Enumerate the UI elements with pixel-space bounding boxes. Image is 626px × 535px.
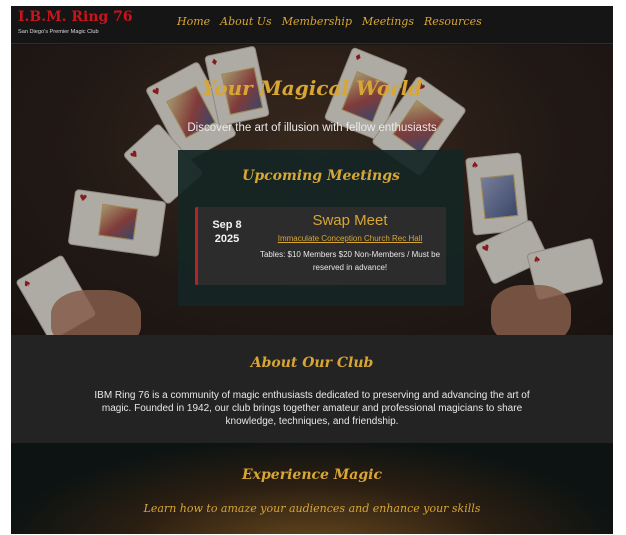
about-heading: About Our Club <box>250 355 374 371</box>
meeting-date-day: Sep 8 <box>212 219 242 231</box>
page-frame: I.B.M. Ring 76 San Diego's Premier Magic… <box>11 6 613 534</box>
nav-home[interactable]: Home <box>177 15 210 28</box>
meeting-title: Swap Meet <box>312 212 388 229</box>
hero-subtitle: Discover the art of illusion with fellow… <box>187 122 437 134</box>
hero-title: Your Magical World <box>201 76 423 100</box>
experience-heading: Experience Magic <box>242 467 382 483</box>
meeting-description: Tables: $10 Members $20 Non-Members / Mu… <box>259 250 441 272</box>
about-text: IBM Ring 76 is a community of magic enth… <box>94 390 530 427</box>
experience-subtitle: Learn how to amaze your audiences and en… <box>143 502 481 515</box>
main-nav: Home About Us Membership Meetings Resour… <box>177 15 482 28</box>
nav-membership[interactable]: Membership <box>282 15 352 28</box>
meetings-heading: Upcoming Meetings <box>242 168 400 184</box>
nav-resources[interactable]: Resources <box>424 15 482 28</box>
meeting-date-year: 2025 <box>214 233 240 245</box>
upcoming-meetings-panel: Upcoming Meetings Sep 8 2025 Swap Meet I… <box>178 150 464 306</box>
meeting-location-link[interactable]: Immaculate Conception Church Rec Hall <box>258 234 442 243</box>
nav-meetings[interactable]: Meetings <box>362 15 414 28</box>
meeting-date: Sep 8 2025 <box>210 218 244 246</box>
meeting-card: Sep 8 2025 Swap Meet Immaculate Concepti… <box>195 207 446 285</box>
site-header: I.B.M. Ring 76 San Diego's Premier Magic… <box>11 6 613 44</box>
hero-section: ♥ ♦ ♥ ♥ ♠ ♦ ♥ ♠ ♥ ♠ Your Magical World D… <box>11 45 613 335</box>
about-section: About Our Club IBM Ring 76 is a communit… <box>11 335 613 443</box>
experience-section: Experience Magic Learn how to amaze your… <box>11 443 613 534</box>
logo-title[interactable]: I.B.M. Ring 76 <box>18 9 133 25</box>
logo-subtitle: San Diego's Premier Magic Club <box>18 29 99 35</box>
nav-about-us[interactable]: About Us <box>220 15 272 28</box>
